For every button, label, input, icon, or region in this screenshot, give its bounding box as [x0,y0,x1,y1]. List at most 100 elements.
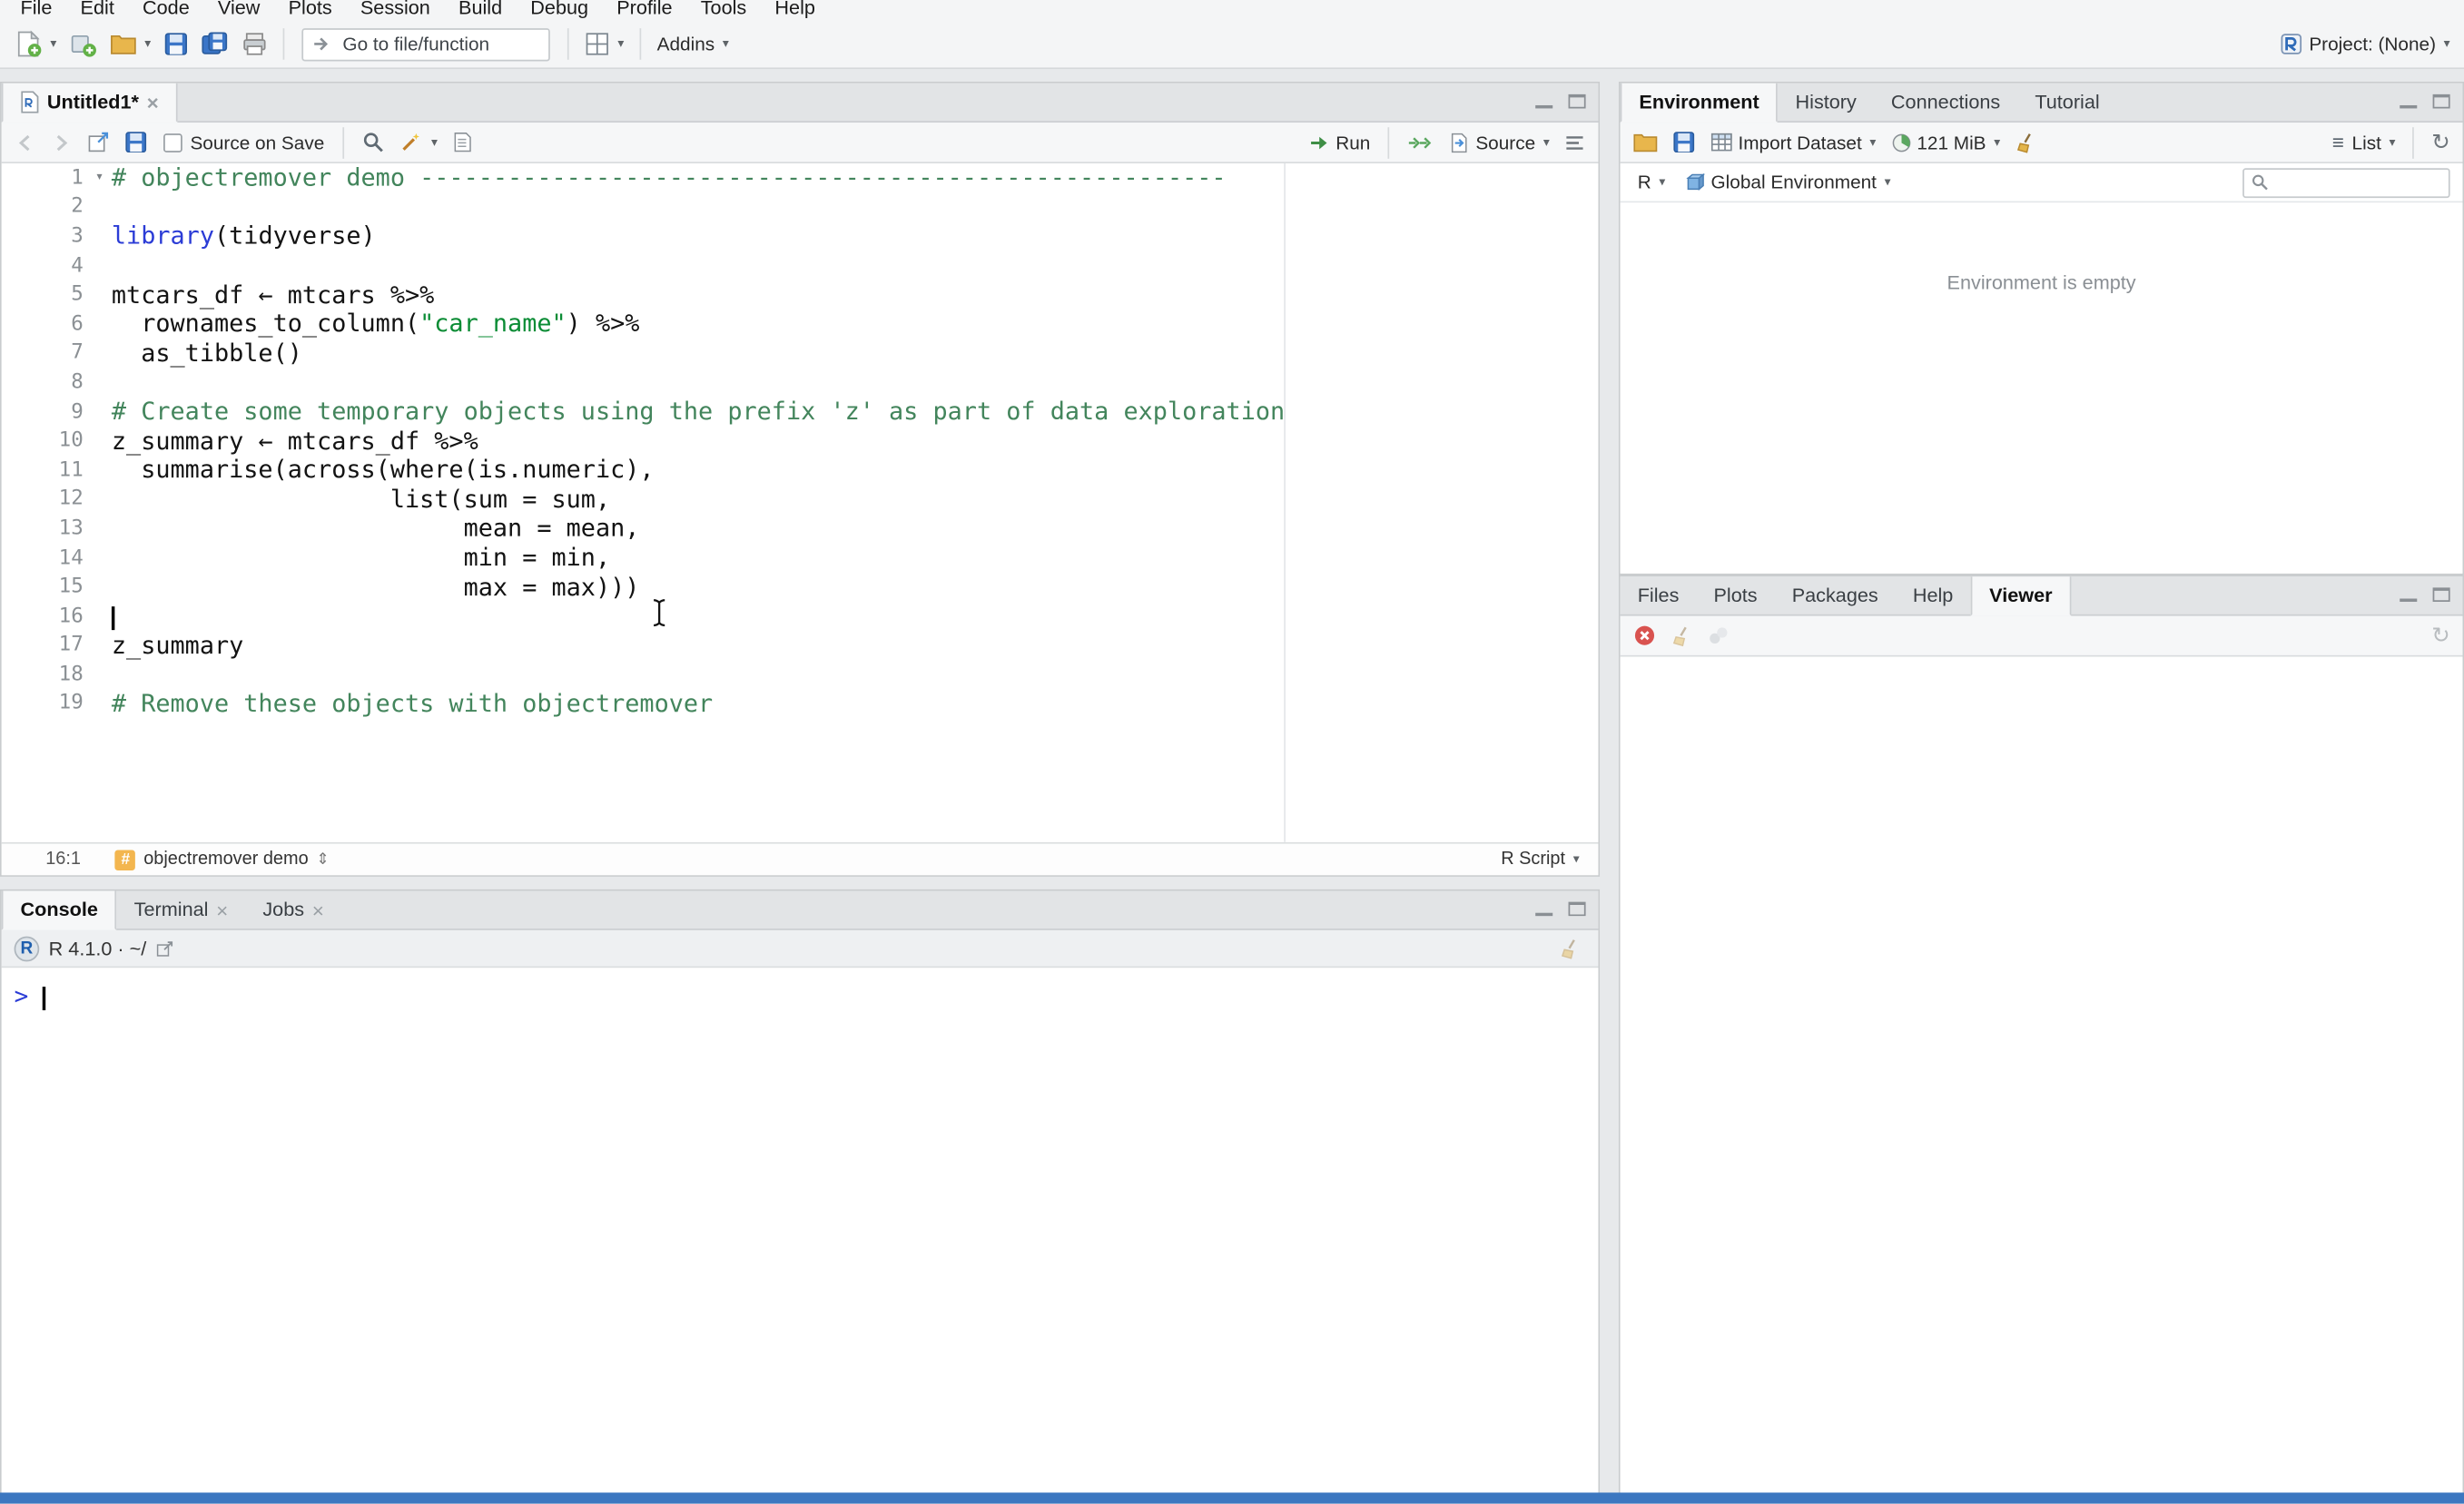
close-icon[interactable]: × [147,92,159,113]
close-icon[interactable]: × [312,899,324,920]
editor[interactable]: 1 ▾ # objectremover demo -----------------… [1,163,1599,842]
code-text[interactable]: max = max))) [105,573,640,601]
minimize-icon[interactable] [2400,94,2418,109]
code-line[interactable]: 8 [2,368,1599,397]
rerun-button[interactable] [1402,128,1438,156]
console-body[interactable]: > [1,968,1599,1502]
publish-button[interactable] [1702,622,1735,648]
maximize-icon[interactable] [2432,93,2450,109]
code-line[interactable]: 13 mean = mean, [2,514,1599,543]
tab-packages[interactable]: Packages [1775,576,1896,614]
maximize-icon[interactable] [2432,587,2450,602]
minimize-icon[interactable] [1535,902,1553,917]
clear-all-viewer-button[interactable] [1666,622,1698,650]
code-line[interactable]: 12 list(sum = sum, [2,485,1599,514]
new-project-button[interactable] [64,26,103,61]
checkbox-icon[interactable] [163,133,182,152]
menu-file[interactable]: File [6,0,66,21]
code-text[interactable]: # objectremover demo -------------------… [105,164,1227,192]
code-line[interactable]: 18 [2,660,1599,689]
menu-code[interactable]: Code [128,0,203,21]
load-workspace-button[interactable] [1628,128,1662,156]
menu-build[interactable]: Build [444,0,516,21]
print-button[interactable] [237,28,271,60]
import-dataset-button[interactable]: Import Dataset ▾ [1705,127,1880,157]
code-line[interactable]: 15 max = max))) [2,573,1599,602]
save-button[interactable] [159,28,193,60]
save-workspace-button[interactable] [1668,127,1700,157]
menu-view[interactable]: View [203,0,274,21]
code-line[interactable]: 17 z_summary [2,631,1599,660]
code-tools-button[interactable]: ▾ [395,127,442,157]
code-line[interactable]: 9 # Create some temporary objects using t… [2,398,1599,427]
code-line[interactable]: 2 [2,192,1599,221]
open-file-button[interactable]: ▾ [105,29,155,59]
refresh-environment-button[interactable]: ↻ [2427,128,2455,156]
nav-forward-button[interactable] [45,128,77,156]
save-file-button[interactable] [120,127,153,157]
code-line[interactable]: 5 mtcars_df ← mtcars %>% [2,280,1599,310]
menu-tools[interactable]: Tools [686,0,761,21]
code-line[interactable]: 14 min = min, [2,543,1599,572]
tab-tutorial[interactable]: Tutorial [2017,84,2116,122]
menu-debug[interactable]: Debug [517,0,603,21]
code-text[interactable]: # Remove these objects with objectremove… [105,690,713,718]
find-replace-button[interactable] [358,127,390,157]
code-text[interactable]: rownames_to_column("car_name") %>% [105,310,639,338]
document-outline-button[interactable] [1559,128,1591,156]
tab-environment[interactable]: Environment [1620,83,1779,123]
tab-viewer[interactable]: Viewer [1970,576,2072,616]
close-icon[interactable]: × [216,899,228,920]
memory-usage-button[interactable]: 121 MiB ▾ [1886,128,2006,156]
fold-arrow-icon[interactable]: ▾ [95,170,103,185]
code-text[interactable]: min = min, [105,544,611,572]
code-line[interactable]: 19 # Remove these objects with objectremo… [2,689,1599,718]
tab-connections[interactable]: Connections [1874,84,2017,122]
project-menu-button[interactable]: Project: (None) ▾ [2274,28,2455,60]
code-line[interactable]: 11 summarise(across(where(is.numeric), [2,456,1599,485]
pane-layout-button[interactable]: ▾ [580,28,629,60]
r-logo-icon[interactable]: R [14,935,40,961]
tab-history[interactable]: History [1778,84,1873,122]
source-button[interactable]: Source ▾ [1443,128,1554,156]
code-line[interactable]: 4 [2,251,1599,280]
code-text[interactable]: as_tibble() [105,339,302,368]
menu-edit[interactable]: Edit [66,0,128,21]
code-text[interactable]: library(tidyverse) [105,222,376,251]
source-on-save-toggle[interactable]: Source on Save [163,132,324,153]
clear-console-button[interactable] [1554,934,1586,962]
tab-jobs[interactable]: Jobs × [245,890,341,929]
global-environment-selector[interactable]: Global Environment ▾ [1680,168,1896,196]
code-text[interactable]: summarise(across(where(is.numeric), [105,456,654,484]
code-line[interactable]: 7 as_tibble() [2,339,1599,368]
popout-editor-button[interactable] [82,127,114,157]
goto-file-input[interactable] [339,31,541,57]
code-text[interactable]: list(sum = sum, [105,486,610,514]
menu-profile[interactable]: Profile [603,0,687,21]
code-line[interactable]: 6 rownames_to_column("car_name") %>% [2,310,1599,339]
file-type-selector[interactable]: R Script ▾ [1501,850,1579,869]
menu-plots[interactable]: Plots [274,0,346,21]
code-text[interactable]: # Create some temporary objects using th… [105,398,1285,426]
section-navigator[interactable]: # objectremover demo ⇕ [115,849,330,870]
code-text[interactable]: mtcars_df ← mtcars %>% [105,280,434,309]
tab-terminal[interactable]: Terminal × [117,890,246,929]
tab-untitled1[interactable]: Untitled1* × [1,83,178,123]
clear-environment-button[interactable] [2010,128,2042,156]
addins-button[interactable]: Addins ▾ [652,30,734,58]
code-line[interactable]: 10 z_summary ← mtcars_df %>% [2,427,1599,456]
minimize-icon[interactable] [1535,94,1553,109]
nav-back-button[interactable] [9,128,41,156]
code-text[interactable]: z_summary [105,632,243,660]
menu-session[interactable]: Session [346,0,444,21]
run-button[interactable]: Run [1303,128,1375,156]
tab-files[interactable]: Files [1621,576,1697,614]
tab-console[interactable]: Console [1,890,117,930]
refresh-viewer-button[interactable]: ↻ [2427,622,2455,650]
new-file-button[interactable]: ▾ [9,26,61,61]
clear-viewer-button[interactable] [1628,621,1661,651]
tab-help[interactable]: Help [1896,576,1971,614]
code-text[interactable]: mean = mean, [105,515,640,543]
tab-plots[interactable]: Plots [1696,576,1774,614]
maximize-icon[interactable] [1568,901,1586,917]
